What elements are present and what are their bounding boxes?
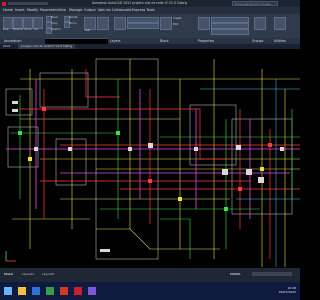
file-explorer-icon[interactable] <box>18 287 26 295</box>
line-label: Line <box>3 28 9 31</box>
windows-start-icon[interactable] <box>4 287 12 295</box>
properties-label: Properties <box>198 39 215 43</box>
mirror-label: Mirror <box>69 22 77 25</box>
model-space-indicator[interactable]: MODEL <box>230 272 241 276</box>
drawing-canvas[interactable] <box>0 49 300 268</box>
search-input[interactable]: Type a keyword or phrase <box>232 1 278 6</box>
tab-view[interactable]: View <box>58 7 66 14</box>
pdf-icon[interactable] <box>60 287 68 295</box>
excel-icon[interactable] <box>46 287 54 295</box>
yellow-lines <box>12 59 300 267</box>
circle-label: Circle <box>24 28 32 31</box>
red-lines <box>20 69 300 259</box>
utilities-label: Utilities <box>274 39 286 43</box>
block-symbols <box>12 101 284 252</box>
quick-access-toolbar[interactable] <box>8 2 48 5</box>
tab-manage[interactable]: Manage <box>69 7 82 14</box>
model-tab[interactable]: Model <box>4 272 13 276</box>
text-label: Text <box>85 29 91 32</box>
tab-output[interactable]: Output <box>84 7 96 14</box>
lineweight-dropdown[interactable] <box>211 29 249 35</box>
layout-tab-bar: Model Layout1 Layout2 MODEL <box>0 268 300 282</box>
tab-express-tools[interactable]: Express Tools <box>132 7 155 14</box>
insert-block-button[interactable] <box>160 17 172 30</box>
windows-taskbar: 10:48 29/07/2022 <box>0 282 300 300</box>
stretch-label: Stretch <box>51 28 61 31</box>
layout2-tab[interactable]: Layout2 <box>42 272 54 276</box>
status-toggles[interactable] <box>252 272 292 276</box>
annotation-label: Annotation <box>4 39 22 43</box>
layers-label: Layers <box>110 39 121 43</box>
ribbon-tabs: Home Insert Modify Parametric View Manag… <box>0 7 300 14</box>
app-icon[interactable] <box>88 287 96 295</box>
tab-modify[interactable]: Modify <box>27 7 38 14</box>
system-clock[interactable]: 10:48 29/07/2022 <box>262 286 296 294</box>
rotate-label: Rotate <box>69 16 78 19</box>
groups-label: Groups <box>252 39 264 43</box>
yellow-markers <box>28 157 264 201</box>
move-label: Move <box>51 16 58 19</box>
polyline-label: Polyline <box>13 28 23 31</box>
tab-home[interactable]: Home <box>3 7 13 14</box>
measure-button[interactable] <box>274 17 286 30</box>
group-button[interactable] <box>254 17 266 30</box>
window-title: Autodesk AutoCAD 2022 projeto ciat de re… <box>92 1 187 5</box>
tab-parametric[interactable]: Parametric <box>40 7 58 14</box>
tab-addins[interactable]: Add-ins <box>98 7 111 14</box>
block-label: Block <box>160 39 169 43</box>
magenta-lines <box>6 79 300 219</box>
tab-collaborate[interactable]: Collaborate <box>112 7 132 14</box>
autocad-logo-icon[interactable] <box>2 1 6 6</box>
browser-icon[interactable] <box>32 287 40 295</box>
autocad-taskbar-icon[interactable] <box>74 287 82 295</box>
arc-label: Arc <box>34 28 39 31</box>
create-block-label: Create <box>173 17 182 20</box>
clock-date: 29/07/2022 <box>278 290 296 294</box>
layer-properties-button[interactable] <box>114 17 126 30</box>
layout1-tab[interactable]: Layout1 <box>22 272 34 276</box>
edit-block-label: Edit <box>173 23 179 26</box>
layer-tools-row[interactable] <box>127 23 159 29</box>
tab-insert[interactable]: Insert <box>15 7 25 14</box>
match-properties-button[interactable] <box>198 17 210 30</box>
title-bar: Autodesk AutoCAD 2022 projeto ciat de re… <box>0 0 300 7</box>
dimension-tool-button[interactable] <box>97 17 109 30</box>
copy-label: Copy <box>51 22 58 25</box>
ribbon-panel: Line Polyline Circle Arc Move Copy Stret… <box>0 14 300 39</box>
